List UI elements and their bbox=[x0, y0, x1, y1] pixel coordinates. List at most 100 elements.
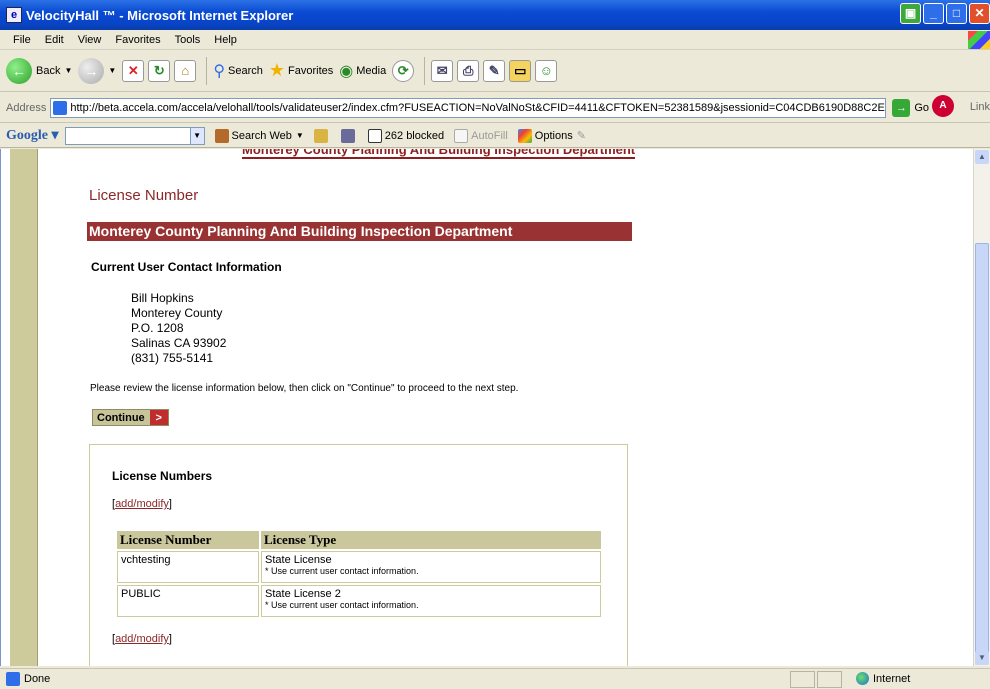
address-label: Address bbox=[6, 101, 47, 114]
history-icon[interactable]: ⟳ bbox=[392, 59, 415, 82]
license-type-cell: State License * Use current user contact… bbox=[261, 551, 601, 583]
options-button[interactable]: Options ✎ bbox=[517, 128, 586, 143]
license-number-cell: vchtesting bbox=[117, 551, 259, 583]
menu-bar: File Edit View Favorites Tools Help bbox=[0, 30, 990, 50]
address-input[interactable]: http://beta.accela.com/accela/velohall/t… bbox=[50, 97, 887, 118]
pdf-icon[interactable]: A bbox=[932, 95, 954, 117]
license-type: State License bbox=[265, 554, 332, 566]
search-web-button[interactable]: Search Web ▼ bbox=[214, 128, 304, 143]
favorites-button[interactable]: ★ Favorites bbox=[269, 60, 333, 81]
autofill-button[interactable]: AutoFill bbox=[454, 128, 508, 143]
autofill-label: AutoFill bbox=[471, 129, 508, 142]
favorites-label: Favorites bbox=[288, 64, 334, 77]
menu-help[interactable]: Help bbox=[207, 34, 244, 46]
scrollbar-thumb[interactable] bbox=[975, 243, 989, 665]
window-titlebar: e VelocityHall ™ - Microsoft Internet Ex… bbox=[0, 0, 990, 30]
contact-phone: (831) 755-5141 bbox=[131, 351, 214, 365]
scroll-down-icon[interactable]: ▼ bbox=[975, 651, 989, 665]
google-logo[interactable]: Google ▾ bbox=[6, 127, 59, 144]
panel-title: License Numbers bbox=[112, 469, 213, 483]
refresh-icon[interactable]: ↻ bbox=[148, 59, 171, 82]
contact-org: Monterey County bbox=[131, 306, 223, 320]
search-web-dropdown-icon[interactable]: ▼ bbox=[296, 131, 304, 140]
security-zone: Internet bbox=[856, 672, 910, 685]
globe-icon bbox=[856, 672, 869, 685]
messenger-icon[interactable]: ☺ bbox=[535, 59, 558, 82]
media-icon: ◉ bbox=[339, 62, 354, 80]
window-title: VelocityHall ™ - Microsoft Internet Expl… bbox=[26, 7, 294, 23]
maximize-button[interactable]: □ bbox=[946, 3, 967, 24]
close-button[interactable]: ✕ bbox=[969, 3, 990, 24]
forward-button[interactable]: → ▼ bbox=[78, 57, 116, 84]
page-status-icon bbox=[6, 672, 20, 686]
menu-tools[interactable]: Tools bbox=[168, 34, 208, 46]
continue-button[interactable]: Continue > bbox=[92, 409, 169, 426]
table-row: PUBLIC State License 2 * Use current use… bbox=[117, 585, 601, 617]
contact-info: Bill Hopkins Monterey County P.O. 1208 S… bbox=[131, 291, 226, 366]
back-button[interactable]: ← Back ▼ bbox=[6, 57, 72, 84]
ie-icon: e bbox=[6, 7, 22, 23]
edit-icon[interactable]: ✎ bbox=[483, 59, 506, 82]
stop-icon[interactable]: ✕ bbox=[122, 59, 145, 82]
options-label: Options bbox=[534, 129, 573, 142]
autofill-icon bbox=[454, 128, 469, 143]
google-dropdown-icon[interactable]: ▼ bbox=[189, 127, 204, 144]
options-icon bbox=[517, 128, 532, 143]
search-web-label: Search Web bbox=[231, 129, 292, 142]
table-row: vchtesting State License * Use current u… bbox=[117, 551, 601, 583]
popup-blocker-icon bbox=[367, 128, 382, 143]
zone-label: Internet bbox=[873, 672, 911, 685]
print-icon[interactable]: ⎙ bbox=[457, 59, 480, 82]
mail-icon[interactable]: ✉ bbox=[431, 59, 454, 82]
folder-icon[interactable]: ▭ bbox=[509, 59, 532, 82]
status-pane bbox=[817, 671, 842, 688]
page-icon bbox=[53, 100, 68, 115]
blocked-count: 262 blocked bbox=[384, 129, 445, 142]
search-icon: ⚲ bbox=[213, 62, 226, 80]
add-modify-link[interactable]: add/modify bbox=[115, 498, 169, 510]
search-button[interactable]: ⚲ Search bbox=[213, 61, 263, 81]
back-arrow-icon: ← bbox=[6, 57, 32, 84]
page-title: License Number bbox=[89, 187, 199, 204]
menu-view[interactable]: View bbox=[71, 34, 109, 46]
highlight-icon[interactable]: ✎ bbox=[577, 129, 586, 142]
status-pane bbox=[790, 671, 815, 688]
contact-name: Bill Hopkins bbox=[131, 291, 194, 305]
toolbar-separator bbox=[206, 56, 208, 85]
status-panes bbox=[790, 671, 844, 688]
scroll-up-icon[interactable]: ▲ bbox=[975, 150, 989, 164]
license-note: * Use current user contact information. bbox=[265, 600, 419, 610]
minimize-button[interactable]: _ bbox=[923, 3, 944, 24]
vertical-scrollbar[interactable]: ▲ ▼ bbox=[973, 149, 990, 666]
address-bar: Address http://beta.accela.com/accela/ve… bbox=[0, 93, 990, 123]
instructions-text: Please review the license information be… bbox=[90, 383, 519, 394]
license-number-cell: PUBLIC bbox=[117, 585, 259, 617]
home-icon[interactable]: ⌂ bbox=[174, 59, 197, 82]
news-icon[interactable] bbox=[313, 128, 331, 143]
star-icon: ★ bbox=[268, 60, 286, 80]
binoculars-icon bbox=[214, 128, 229, 143]
license-table: License Number License Type vchtesting S… bbox=[115, 529, 603, 619]
license-type-cell: State License 2 * Use current user conta… bbox=[261, 585, 601, 617]
toolbar-separator bbox=[424, 56, 426, 85]
add-modify-top: [add/modify] bbox=[112, 498, 172, 510]
menu-edit[interactable]: Edit bbox=[38, 34, 71, 46]
license-panel: License Numbers [add/modify] License Num… bbox=[89, 444, 628, 666]
pagerank-icon[interactable] bbox=[340, 128, 358, 143]
links-label[interactable]: Link bbox=[970, 101, 990, 113]
menu-favorites[interactable]: Favorites bbox=[108, 34, 167, 46]
go-button[interactable]: → Go bbox=[892, 98, 929, 117]
popup-blocker[interactable]: 262 blocked bbox=[367, 128, 445, 143]
menu-file[interactable]: File bbox=[6, 34, 38, 46]
media-button[interactable]: ◉ Media bbox=[339, 61, 386, 81]
search-label: Search bbox=[228, 64, 263, 77]
add-modify-link[interactable]: add/modify bbox=[115, 633, 169, 645]
forward-dropdown-icon[interactable]: ▼ bbox=[108, 66, 116, 75]
back-dropdown-icon[interactable]: ▼ bbox=[64, 66, 72, 75]
google-search-input[interactable]: ▼ bbox=[64, 126, 205, 145]
column-header-number: License Number bbox=[117, 531, 259, 549]
window-controls: ▣ _ □ ✕ bbox=[900, 3, 990, 24]
department-banner-top: Monterey County Planning And Building In… bbox=[242, 149, 636, 159]
restore-icon[interactable]: ▣ bbox=[900, 3, 921, 24]
windows-logo-icon bbox=[968, 31, 990, 49]
